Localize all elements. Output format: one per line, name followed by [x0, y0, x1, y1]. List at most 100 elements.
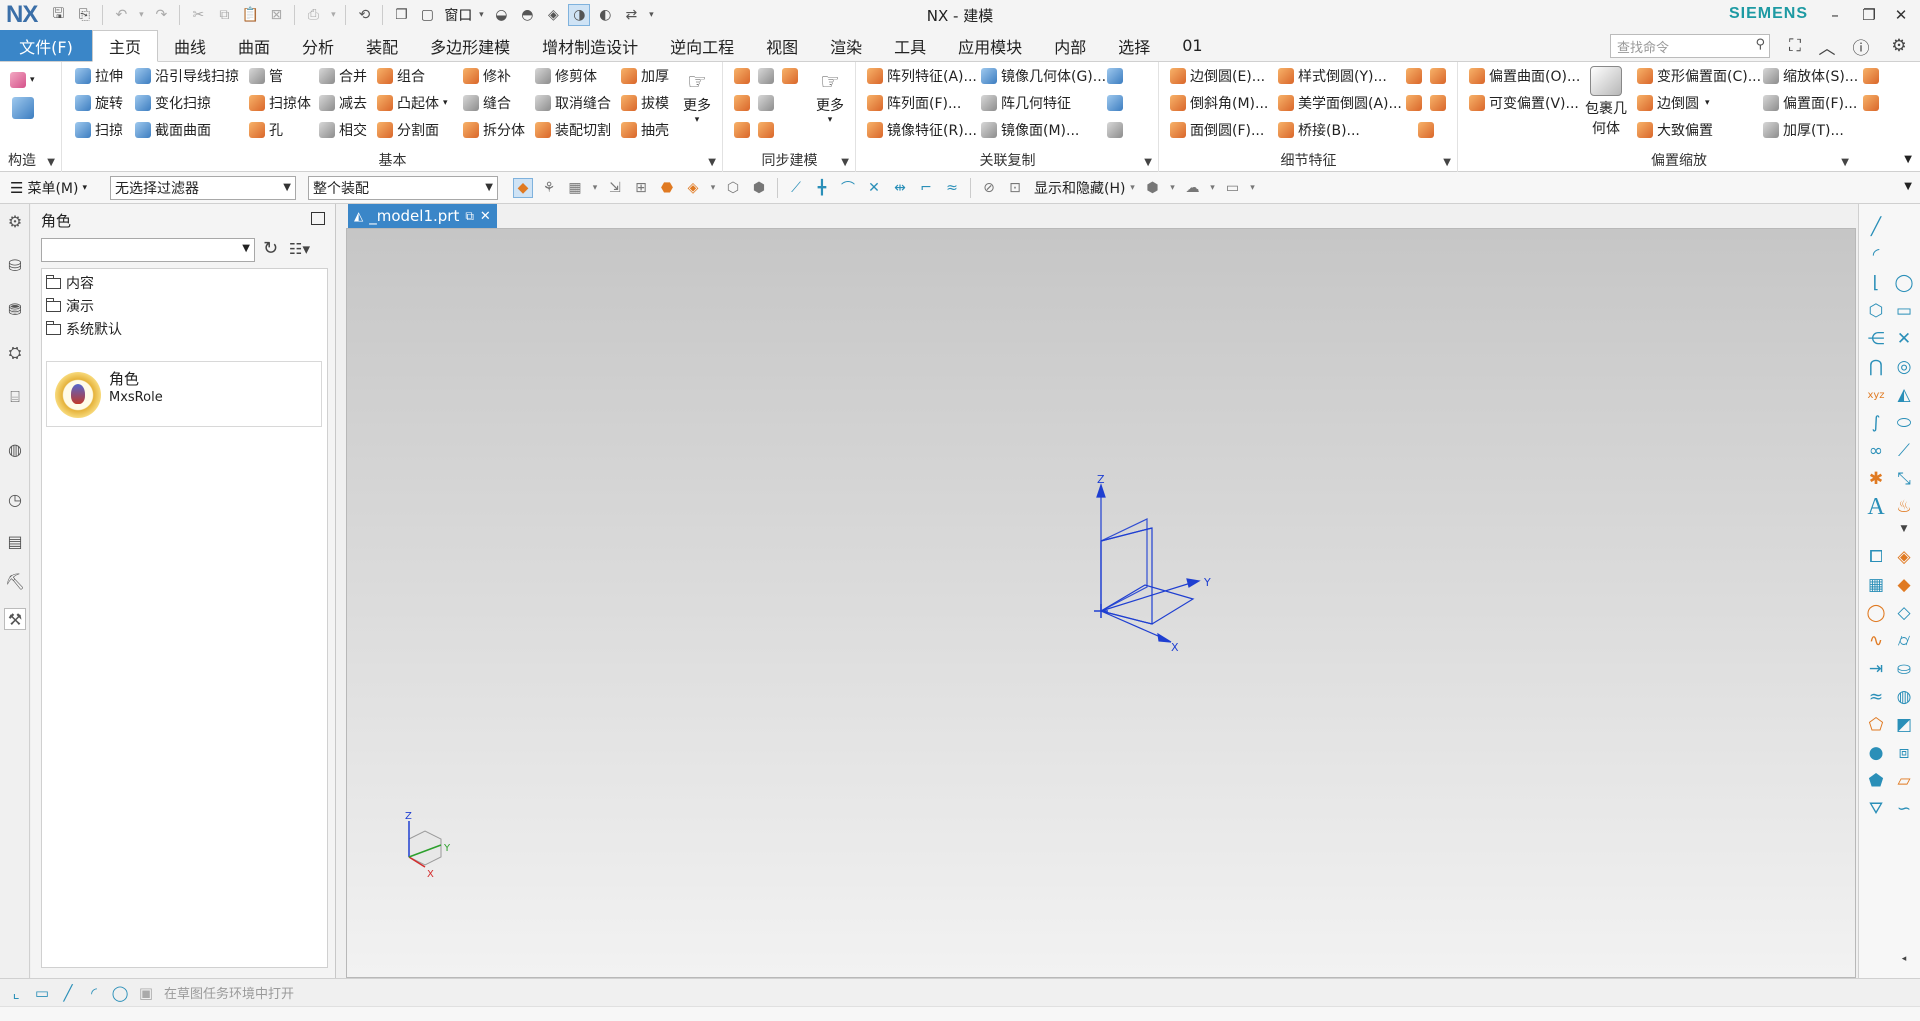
extract-geometry-button[interactable] [1107, 64, 1127, 88]
helix-icon[interactable]: ◎ [1891, 354, 1917, 380]
close-tab-icon[interactable]: ✕ [480, 209, 491, 224]
copy-face-button[interactable] [758, 118, 778, 142]
save-as-icon[interactable]: ⎘ [73, 4, 95, 26]
snap-settings-icon[interactable]: ⊡ [1005, 178, 1025, 198]
offset-region-button[interactable] [782, 64, 802, 88]
cylinder-icon[interactable]: ⌭ [1891, 628, 1917, 654]
bridge-button[interactable]: 桥接(B)... [1278, 118, 1360, 142]
type-filter-select[interactable]: 无选择过滤器 ▼ [110, 175, 296, 200]
extend-curve-icon[interactable]: ⤡ [1891, 466, 1917, 492]
web-browser-icon[interactable]: ◍ [4, 438, 26, 460]
swoop-icon[interactable]: ∽ [1891, 796, 1917, 822]
thicken-button[interactable]: 加厚 [621, 64, 669, 88]
rough-offset-button[interactable]: 大致偏置 [1637, 118, 1713, 142]
tab-reverse-engineering[interactable]: 逆向工程 [654, 30, 750, 61]
sketch-circle-icon[interactable]: ◯ [110, 983, 130, 1003]
tab-view[interactable]: 视图 [750, 30, 814, 61]
basic-more-button[interactable]: ☞ 更多 ▾ [683, 70, 711, 125]
split-body-button[interactable]: 拆分体 [463, 118, 525, 142]
assembly-cut-button[interactable]: 装配切割 [535, 118, 611, 142]
text-icon[interactable]: A [1863, 494, 1889, 520]
wave-link-button[interactable] [1107, 91, 1127, 115]
restore-button[interactable]: ❐ [1854, 2, 1884, 28]
emboss-body-button[interactable]: 凸起体 ▾ [377, 91, 448, 115]
sweep-along-guide-button[interactable]: 沿引导线扫掠 [135, 64, 239, 88]
face-blend-button[interactable]: 面倒圆(F)... [1170, 118, 1264, 142]
part-navigator-icon[interactable]: ⛃ [4, 298, 26, 320]
offset-extra-button-1[interactable] [1863, 64, 1883, 88]
process-studio-icon[interactable]: ⛏ [4, 570, 26, 592]
snap-quadrant-icon[interactable]: ⌐ [916, 178, 936, 198]
datum-axis-x[interactable] [1100, 610, 1166, 640]
toolbar-options-icon[interactable]: ▼ [1904, 181, 1912, 192]
sketch-arc-icon[interactable]: ◜ [84, 983, 104, 1003]
customize-toolbar-icon[interactable]: ▾ [646, 4, 656, 26]
styled-blend-button[interactable]: 样式倒圆(Y)... [1278, 64, 1387, 88]
roles-icon[interactable]: ⚒ [4, 608, 26, 630]
projected-curve-icon[interactable]: ✱ [1863, 466, 1889, 492]
extrude-button[interactable]: 拉伸 [75, 64, 123, 88]
mesh-surface-icon[interactable]: ▦ [1863, 572, 1889, 598]
repeat-command-icon[interactable]: ⟲ [353, 4, 375, 26]
sync-icon[interactable]: ⇄ [620, 4, 642, 26]
datum-plane-xy[interactable] [1099, 584, 1195, 625]
reuse-library-icon[interactable]: ⌸ [4, 386, 26, 408]
fullscreen-icon[interactable]: ⛶ [1782, 33, 1808, 59]
snap-curve-icon[interactable]: ≈ [942, 178, 962, 198]
blend-extra-button-2[interactable] [1430, 64, 1450, 88]
split-face-button[interactable]: 分割面 [377, 118, 439, 142]
revolve-button[interactable]: 旋转 [75, 91, 123, 115]
chamfer-curve-icon[interactable]: ⋲ [1863, 326, 1889, 352]
switch-window-icon[interactable]: ❐ [390, 4, 412, 26]
tab-home[interactable]: 主页 [92, 30, 159, 62]
undo-icon[interactable]: ↶ [110, 4, 132, 26]
blend-extra-button-1[interactable] [1406, 64, 1426, 88]
offset-curve-icon[interactable]: ∞ [1863, 438, 1889, 464]
chevron-down-icon[interactable]: ▼ [1891, 516, 1917, 542]
sketch-button[interactable]: ▾ [10, 68, 35, 92]
circle-point-icon[interactable]: ◯ [1891, 270, 1917, 296]
sweep-button[interactable]: 扫掠 [75, 118, 123, 142]
command-search-input[interactable]: 查找命令 ⚲ [1610, 34, 1770, 58]
graphics-viewport[interactable]: Z Y X Z Y X [346, 228, 1856, 978]
curve-blend-icon[interactable]: ∿ [1863, 628, 1889, 654]
n-sided-surface-icon[interactable]: ⬟ [1863, 768, 1889, 794]
main-menu-button[interactable]: ☰ 菜单(M) ▾ [10, 178, 110, 198]
redo-icon[interactable]: ↷ [150, 4, 172, 26]
undock-icon[interactable]: ⧉ [465, 209, 474, 224]
studio-icon[interactable]: ◐ [594, 4, 616, 26]
hole-button[interactable]: 孔 [249, 118, 283, 142]
tab-polygon-modeling[interactable]: 多边形建模 [414, 30, 526, 61]
tab-applications[interactable]: 应用模块 [942, 30, 1038, 61]
sketch-task-button[interactable] [12, 96, 38, 120]
surface-curve-icon[interactable]: ◭ [1891, 382, 1917, 408]
sphere-icon[interactable]: ● [1863, 740, 1889, 766]
sketch-rectangle-icon[interactable]: ▭ [32, 983, 52, 1003]
viewport-canvas[interactable]: Z Y X Z Y X [347, 229, 1855, 977]
show-model-icon[interactable]: ◑ [568, 4, 591, 26]
list-view-icon[interactable]: ☷▾ [289, 240, 310, 258]
touch-mode-icon[interactable]: ⎙ [302, 4, 324, 26]
open-in-sketch-task-icon[interactable]: ▣ [136, 983, 156, 1003]
spline-icon[interactable]: ∫ [1863, 410, 1889, 436]
search-icon[interactable]: ⚲ [1755, 37, 1765, 52]
deform-offset-face-button[interactable]: 变形偏置面(C)... [1637, 64, 1761, 88]
mirror-geometry-button[interactable]: 镜像几何体(G)... [981, 64, 1106, 88]
sketch-rectangle-icon[interactable]: ⧠ [1863, 544, 1889, 570]
sweep-body-button[interactable]: 扫掠体 [249, 91, 311, 115]
folder-content[interactable]: 内容 [46, 271, 94, 295]
datum-plane-xz[interactable] [1100, 527, 1153, 625]
save-icon[interactable]: 🖫 [47, 4, 69, 26]
minimize-button[interactable]: – [1820, 2, 1850, 28]
trim-body-button[interactable]: 修剪体 [535, 64, 597, 88]
arc-icon[interactable]: ◜ [1863, 242, 1889, 268]
pattern-geometry-button[interactable]: 阵几何特征 [981, 91, 1071, 115]
sweep-surface-icon[interactable]: ⬠ [1863, 712, 1889, 738]
fit-view-icon[interactable]: ◓ [516, 4, 538, 26]
tab-additive-design[interactable]: 增材制造设计 [526, 30, 654, 61]
blend-extra-button-3[interactable] [1406, 91, 1426, 115]
window-menu[interactable]: 窗口 [444, 5, 472, 25]
chevron-down-icon[interactable]: ▼ [1144, 157, 1152, 168]
work-layer-icon[interactable]: ▭ [1222, 178, 1242, 198]
pattern-face-button[interactable]: 阵列面(F)... [867, 91, 961, 115]
